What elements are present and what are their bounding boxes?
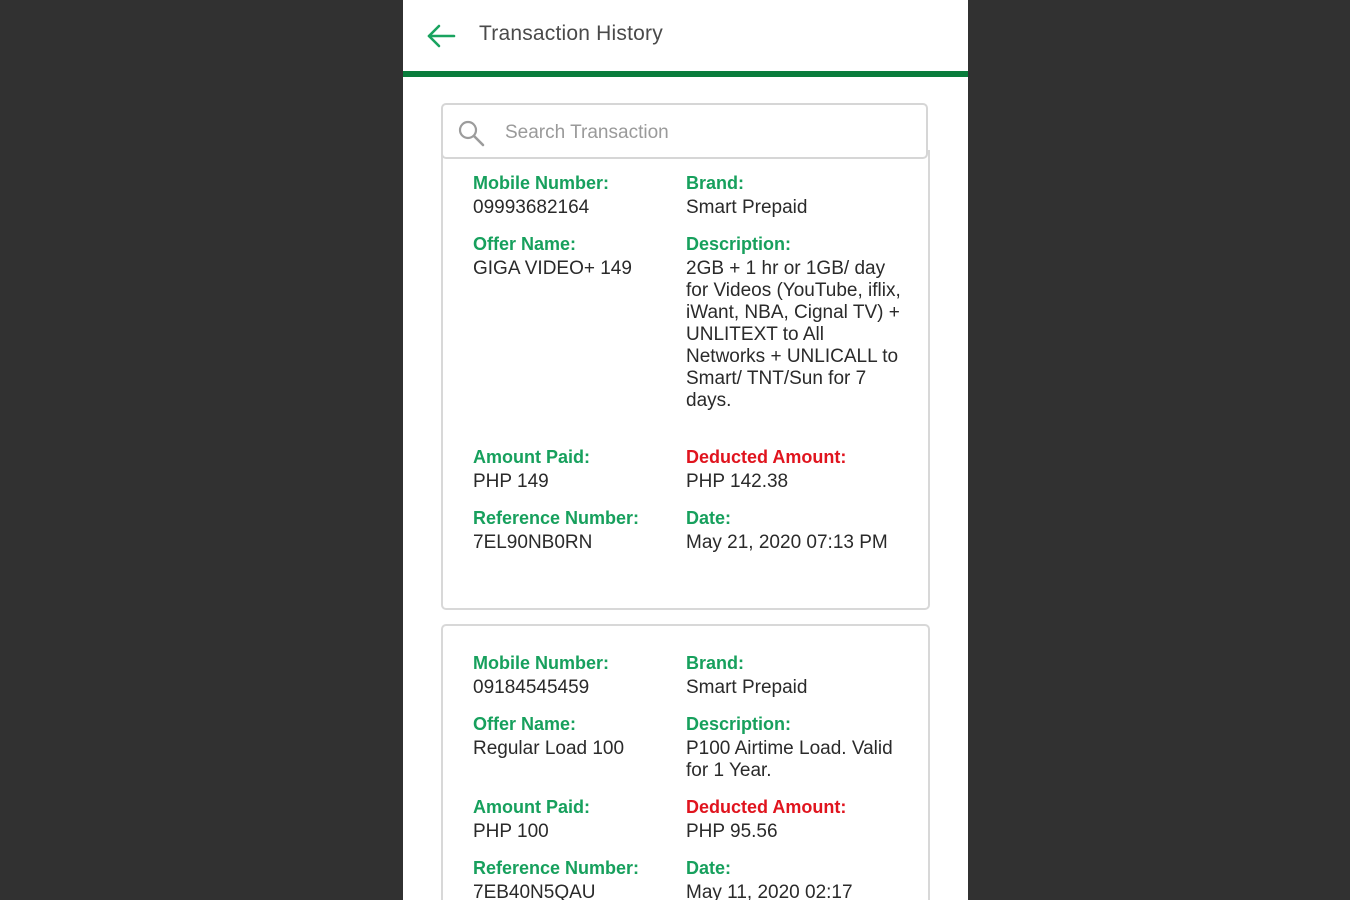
mobile-number-label: Mobile Number:	[473, 173, 610, 193]
amount-paid-field: Amount Paid: PHP 149	[473, 446, 673, 493]
brand-field: Brand: Smart Prepaid	[686, 652, 901, 699]
deducted-amount-label: Deducted Amount:	[686, 447, 847, 467]
reference-number-label: Reference Number:	[473, 858, 640, 878]
reference-number-field: Reference Number: 7EB40N5QAU	[473, 857, 673, 900]
mobile-number-field: Mobile Number: 09993682164	[473, 172, 673, 219]
date-value: May 21, 2020 07:13 PM	[686, 532, 888, 553]
mobile-number-value: 09184545459	[473, 677, 590, 698]
description-label: Description:	[686, 714, 792, 734]
description-field: Description: P100 Airtime Load. Valid fo…	[686, 713, 901, 782]
offer-name-label: Offer Name:	[473, 234, 577, 254]
date-field: Date: May 11, 2020 02:17	[686, 857, 901, 900]
offer-name-field: Offer Name: Regular Load 100	[473, 713, 673, 760]
deducted-amount-value: PHP 142.38	[686, 471, 789, 492]
mobile-number-value: 09993682164	[473, 197, 590, 218]
search-icon	[458, 120, 485, 147]
phone-screen: Mobile Number: 09993682164 Brand: Smart …	[403, 0, 968, 900]
reference-number-label: Reference Number:	[473, 508, 640, 528]
amount-paid-label: Amount Paid:	[473, 797, 590, 817]
brand-value: Smart Prepaid	[686, 197, 808, 218]
mobile-number-label: Mobile Number:	[473, 653, 610, 673]
offer-name-value: Regular Load 100	[473, 738, 625, 759]
brand-field: Brand: Smart Prepaid	[686, 172, 901, 219]
deducted-amount-field: Deducted Amount: PHP 142.38	[686, 446, 901, 493]
description-label: Description:	[686, 234, 792, 254]
deducted-amount-label: Deducted Amount:	[686, 797, 847, 817]
offer-name-field: Offer Name: GIGA VIDEO+ 149	[473, 233, 673, 280]
date-label: Date:	[686, 858, 732, 878]
app-bar: Transaction History	[403, 0, 968, 73]
amount-paid-label: Amount Paid:	[473, 447, 590, 467]
deducted-amount-field: Deducted Amount: PHP 95.56	[686, 796, 901, 843]
date-field: Date: May 21, 2020 07:13 PM	[686, 507, 901, 554]
offer-name-label: Offer Name:	[473, 714, 577, 734]
mobile-number-field: Mobile Number: 09184545459	[473, 652, 673, 699]
reference-number-value: 7EB40N5QAU	[473, 882, 596, 900]
date-label: Date:	[686, 508, 732, 528]
search-box[interactable]	[441, 103, 928, 159]
deducted-amount-value: PHP 95.56	[686, 821, 778, 842]
arrow-left-icon[interactable]	[423, 18, 459, 54]
description-value: 2GB + 1 hr or 1GB/ day for Videos (YouTu…	[686, 258, 901, 411]
app-bar-divider	[403, 71, 968, 77]
transaction-card[interactable]: Mobile Number: 09184545459 Brand: Smart …	[441, 624, 930, 900]
reference-number-field: Reference Number: 7EL90NB0RN	[473, 507, 673, 554]
description-field: Description: 2GB + 1 hr or 1GB/ day for …	[686, 233, 901, 412]
date-value: May 11, 2020 02:17	[686, 882, 853, 900]
brand-label: Brand:	[686, 653, 744, 673]
search-input[interactable]	[503, 115, 907, 151]
page-title: Transaction History	[479, 22, 663, 45]
reference-number-value: 7EL90NB0RN	[473, 532, 593, 553]
amount-paid-value: PHP 149	[473, 471, 549, 492]
brand-label: Brand:	[686, 173, 744, 193]
amount-paid-value: PHP 100	[473, 821, 549, 842]
offer-name-value: GIGA VIDEO+ 149	[473, 258, 632, 279]
transaction-card[interactable]: Mobile Number: 09993682164 Brand: Smart …	[441, 150, 930, 610]
brand-value: Smart Prepaid	[686, 677, 808, 698]
description-value: P100 Airtime Load. Valid for 1 Year.	[686, 738, 893, 781]
amount-paid-field: Amount Paid: PHP 100	[473, 796, 673, 843]
